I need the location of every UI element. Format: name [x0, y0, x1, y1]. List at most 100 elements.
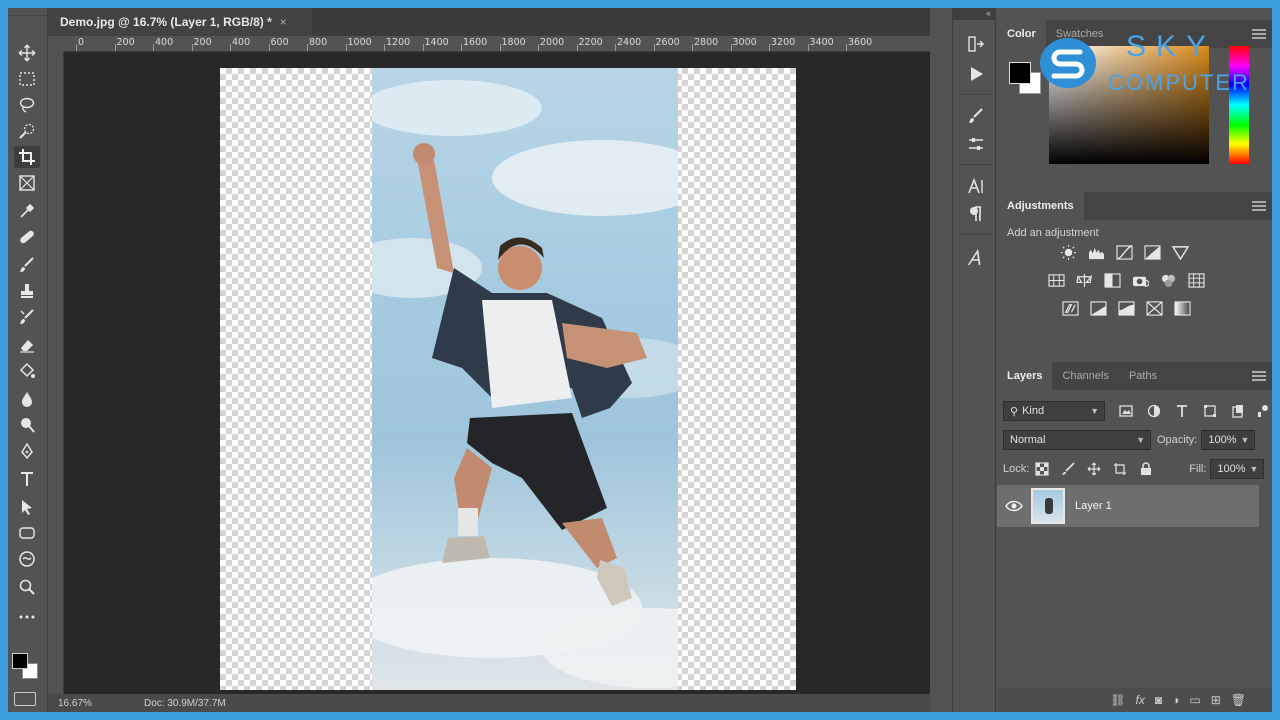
- glyphs-panel-icon[interactable]: [965, 248, 987, 268]
- eyedropper-tool-icon[interactable]: [14, 200, 40, 222]
- quick-selection-tool-icon[interactable]: [14, 120, 40, 142]
- black-white-icon[interactable]: [1103, 272, 1121, 288]
- add-mask-icon[interactable]: ◙: [1155, 693, 1162, 707]
- filter-adjustment-icon[interactable]: [1143, 402, 1165, 420]
- vibrance-icon[interactable]: [1171, 244, 1189, 260]
- hand-tool-icon[interactable]: [14, 548, 40, 570]
- ruler-origin[interactable]: [48, 36, 64, 52]
- exposure-icon[interactable]: [1143, 244, 1161, 260]
- ruler-label: 200: [116, 37, 135, 48]
- crop-tool-icon[interactable]: [14, 146, 40, 168]
- zoom-tool-icon[interactable]: [14, 576, 40, 598]
- brightness-contrast-icon[interactable]: [1059, 244, 1077, 260]
- blur-tool-icon[interactable]: [14, 388, 40, 410]
- path-selection-tool-icon[interactable]: [14, 496, 40, 518]
- frame-tool-icon[interactable]: [14, 172, 40, 194]
- history-brush-tool-icon[interactable]: [14, 306, 40, 328]
- hue-saturation-icon[interactable]: [1047, 272, 1065, 288]
- invert-icon[interactable]: [1061, 300, 1079, 316]
- lock-transparent-pixels-icon[interactable]: [1031, 460, 1053, 478]
- filter-toggle-icon[interactable]: [1251, 402, 1272, 420]
- adjustments-panel-menu-icon[interactable]: [1252, 201, 1266, 211]
- fill-field[interactable]: 100% ▼: [1210, 459, 1265, 479]
- channel-mixer-icon[interactable]: [1159, 272, 1177, 288]
- color-panel-foreground[interactable]: [1009, 62, 1031, 84]
- properties-panel-icon[interactable]: [965, 134, 987, 154]
- filter-smart-object-icon[interactable]: [1227, 402, 1249, 420]
- new-layer-icon[interactable]: ⊞: [1211, 693, 1221, 707]
- layer-style-fx-icon[interactable]: fx: [1136, 693, 1145, 707]
- blend-mode-select[interactable]: Normal ▼: [1003, 430, 1151, 450]
- filter-pixel-icon[interactable]: [1115, 402, 1137, 420]
- pen-tool-icon[interactable]: [14, 440, 40, 462]
- gradient-map-icon[interactable]: [1173, 300, 1191, 316]
- document-size[interactable]: Doc: 30.9M/37.7M: [144, 698, 226, 709]
- quick-mask-icon[interactable]: [14, 692, 36, 706]
- new-group-icon[interactable]: ▭: [1189, 693, 1200, 707]
- layer-thumbnail: [1031, 488, 1065, 524]
- new-adjustment-layer-icon[interactable]: ◑: [1172, 693, 1179, 707]
- tab-adjustments[interactable]: Adjustments: [997, 192, 1084, 220]
- history-panel-icon[interactable]: [965, 34, 987, 54]
- more-tools-icon[interactable]: [14, 606, 40, 628]
- type-tool-icon[interactable]: [14, 468, 40, 490]
- canvas-area[interactable]: [64, 52, 930, 694]
- vertical-ruler[interactable]: [48, 52, 64, 694]
- zoom-level[interactable]: 16.67%: [48, 698, 144, 709]
- filter-type-icon[interactable]: [1171, 402, 1193, 420]
- lasso-tool-icon[interactable]: [14, 94, 40, 116]
- lock-image-pixels-icon[interactable]: [1057, 460, 1079, 478]
- layers-footer: ⛓ fx ◙ ◑ ▭ ⊞ 🗑: [997, 688, 1272, 712]
- layer-filter-select[interactable]: ⚲ Kind ▼: [1003, 401, 1105, 421]
- transparent-canvas[interactable]: [220, 68, 796, 690]
- tab-paths[interactable]: Paths: [1119, 362, 1167, 390]
- tab-color[interactable]: Color: [997, 20, 1046, 48]
- paragraph-panel-icon[interactable]: [965, 204, 987, 224]
- paint-bucket-tool-icon[interactable]: [14, 360, 40, 382]
- color-panel-menu-icon[interactable]: [1252, 29, 1266, 39]
- healing-brush-tool-icon[interactable]: [14, 226, 40, 248]
- fill-label: Fill:: [1189, 463, 1207, 475]
- color-lookup-icon[interactable]: [1187, 272, 1205, 288]
- threshold-icon[interactable]: [1117, 300, 1135, 316]
- horizontal-ruler[interactable]: 0 200 400 200 400 600 800 1000 1200 1400 1600 1800 2…: [64, 36, 930, 52]
- curves-icon[interactable]: [1115, 244, 1133, 260]
- dodge-tool-icon[interactable]: [14, 414, 40, 436]
- levels-icon[interactable]: [1087, 244, 1105, 260]
- layer-row[interactable]: Layer 1: [997, 485, 1259, 527]
- collapse-panels-icon[interactable]: «: [953, 8, 995, 20]
- clone-stamp-tool-icon[interactable]: [14, 280, 40, 302]
- actions-panel-icon[interactable]: [965, 64, 987, 84]
- move-tool-icon[interactable]: [14, 42, 40, 64]
- brush-tool-icon[interactable]: [14, 254, 40, 276]
- visibility-eye-icon[interactable]: [997, 500, 1031, 512]
- ruler-label: 3600: [848, 37, 873, 48]
- layers-panel-tabs: Layers Channels Paths: [997, 362, 1272, 390]
- layers-panel-menu-icon[interactable]: [1252, 371, 1266, 381]
- color-balance-icon[interactable]: [1075, 272, 1093, 288]
- brush-settings-panel-icon[interactable]: [965, 106, 987, 126]
- link-layers-icon[interactable]: ⛓: [1110, 693, 1125, 707]
- lock-position-icon[interactable]: [1083, 460, 1105, 478]
- document-tab[interactable]: Demo.jpg @ 16.7% (Layer 1, RGB/8) * ×: [48, 8, 312, 36]
- lock-all-icon[interactable]: [1135, 460, 1157, 478]
- layer-name[interactable]: Layer 1: [1075, 500, 1112, 512]
- delete-layer-icon[interactable]: 🗑: [1231, 693, 1246, 707]
- filter-shape-icon[interactable]: [1199, 402, 1221, 420]
- tab-channels[interactable]: Channels: [1052, 362, 1118, 390]
- ruler-label: 3200: [771, 37, 796, 48]
- rectangle-tool-icon[interactable]: [14, 522, 40, 544]
- close-icon[interactable]: ×: [280, 15, 287, 29]
- foreground-color-swatch[interactable]: [12, 653, 28, 669]
- selective-color-icon[interactable]: [1145, 300, 1163, 316]
- ruler-label: 2600: [655, 37, 680, 48]
- lock-artboard-icon[interactable]: [1109, 460, 1131, 478]
- tab-layers[interactable]: Layers: [997, 362, 1053, 390]
- photo-filter-icon[interactable]: [1131, 272, 1149, 288]
- character-panel-icon[interactable]: [965, 176, 987, 196]
- opacity-field[interactable]: 100% ▼: [1201, 430, 1256, 450]
- eraser-tool-icon[interactable]: [14, 334, 40, 356]
- posterize-icon[interactable]: [1089, 300, 1107, 316]
- marquee-tool-icon[interactable]: [14, 68, 40, 90]
- toolbar-grip[interactable]: [8, 8, 47, 16]
